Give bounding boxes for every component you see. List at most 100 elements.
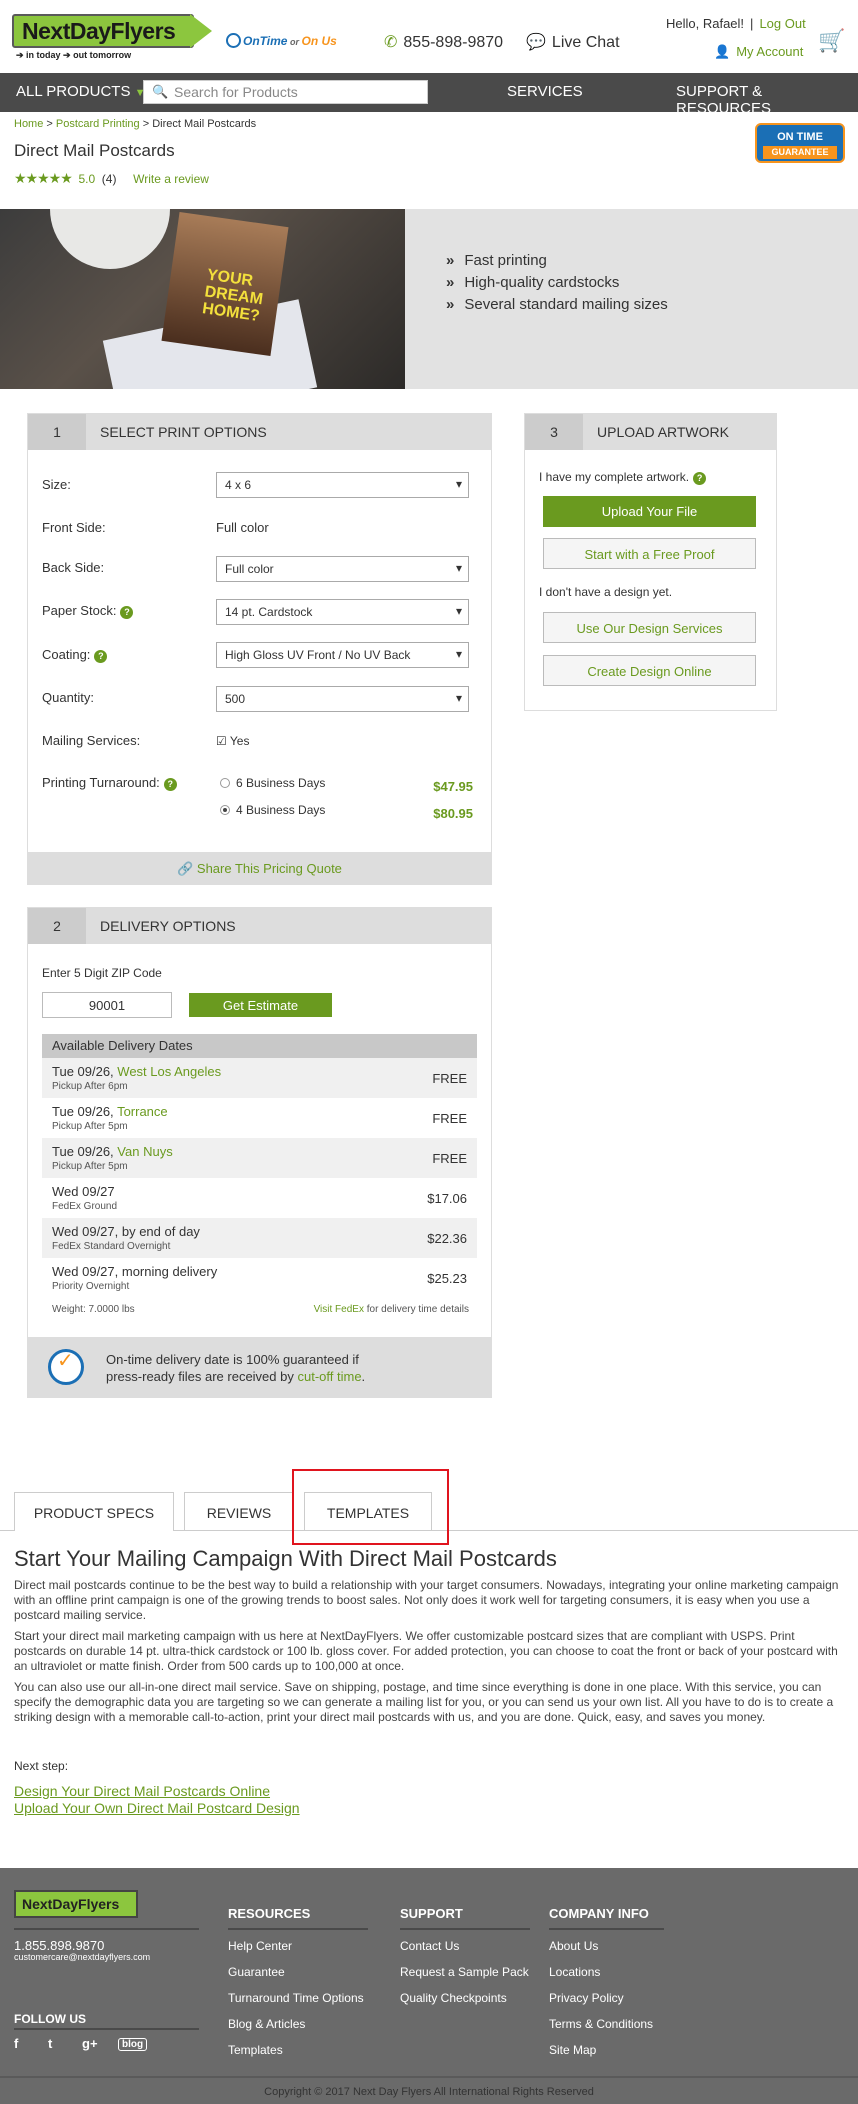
footer-link[interactable]: Site Map: [549, 2043, 596, 2057]
live-chat-link[interactable]: 💬 Live Chat: [526, 32, 620, 52]
share-pricing-quote-button[interactable]: 🔗 Share This Pricing Quote: [28, 852, 491, 884]
footer-link[interactable]: About Us: [549, 1939, 598, 1953]
phone-icon: ✆: [384, 34, 398, 51]
delivery-row[interactable]: Wed 09/27, morning delivery Priority Over…: [42, 1258, 477, 1298]
print-options-header: 1 SELECT PRINT OPTIONS: [28, 414, 491, 450]
site-header: NextDayFlyers ➔ in today ➔ out tomorrow …: [0, 0, 858, 73]
search-icon: 🔍: [152, 84, 169, 99]
footer-link[interactable]: Guarantee: [228, 1965, 285, 1979]
visit-fedex-link[interactable]: Visit FedEx: [314, 1304, 364, 1315]
coating-select[interactable]: High Gloss UV Front / No UV Back: [216, 642, 469, 668]
upload-design-link[interactable]: Upload Your Own Direct Mail Postcard Des…: [14, 1800, 844, 1817]
footer-link[interactable]: Templates: [228, 2043, 283, 2057]
resources-heading: RESOURCES: [228, 1906, 311, 1921]
footer-link[interactable]: Request a Sample Pack: [400, 1965, 529, 1979]
content-paragraph: Start your direct mail marketing campaig…: [14, 1629, 838, 1673]
ontime-logo[interactable]: OnTime or On Us: [226, 33, 337, 48]
footer-link[interactable]: Turnaround Time Options: [228, 1991, 364, 2005]
delivery-row[interactable]: Wed 09/27 FedEx Ground $17.06: [42, 1178, 477, 1218]
fedex-note: Visit FedEx for delivery time details: [313, 1304, 469, 1315]
footer-link[interactable]: Locations: [549, 1965, 600, 1979]
clock-check-icon: [48, 1349, 84, 1385]
paper-stock-select[interactable]: 14 pt. Cardstock: [216, 599, 469, 625]
chat-icon: 💬: [526, 34, 546, 51]
my-account-link[interactable]: 👤 My Account: [714, 44, 803, 60]
upload-file-button[interactable]: Upload Your File: [543, 496, 756, 527]
location-link[interactable]: West Los Angeles: [117, 1064, 221, 1079]
print-options-panel: 1 SELECT PRINT OPTIONS Size: 4 x 6 Front…: [27, 413, 492, 885]
delivery-options-panel: 2 DELIVERY OPTIONS Enter 5 Digit ZIP Cod…: [27, 907, 492, 1398]
design-services-button[interactable]: Use Our Design Services: [543, 612, 756, 643]
cutoff-time-link[interactable]: cut-off time: [297, 1369, 361, 1384]
blog-icon[interactable]: blog: [118, 2038, 148, 2051]
turnaround-6-days-radio[interactable]: 6 Business Days: [220, 776, 325, 790]
help-icon[interactable]: ?: [693, 472, 707, 485]
feature-item: High-quality cardstocks: [446, 272, 668, 294]
search-input[interactable]: 🔍 Search for Products: [143, 80, 428, 104]
quantity-select[interactable]: 500: [216, 686, 469, 712]
support-resources-menu[interactable]: SUPPORT & RESOURCES: [676, 83, 858, 117]
product-rating: ★★★★★ 5.0 (4) Write a review: [14, 170, 209, 187]
footer-link[interactable]: Blog & Articles: [228, 2017, 305, 2031]
free-proof-button[interactable]: Start with a Free Proof: [543, 538, 756, 569]
google-plus-icon[interactable]: g+: [82, 2036, 98, 2051]
clock-icon: [226, 33, 241, 48]
help-icon[interactable]: ?: [163, 778, 177, 791]
breadcrumb-postcard-printing[interactable]: Postcard Printing: [56, 118, 140, 130]
cart-icon[interactable]: 🛒: [818, 28, 845, 54]
footer-link[interactable]: Contact Us: [400, 1939, 459, 1953]
tab-reviews[interactable]: REVIEWS: [184, 1492, 294, 1530]
footer-link[interactable]: Help Center: [228, 1939, 292, 1953]
footer-link[interactable]: Terms & Conditions: [549, 2017, 653, 2031]
footer-divider: [0, 2076, 858, 2078]
write-review-link[interactable]: Write a review: [133, 172, 209, 186]
delivery-row[interactable]: Tue 09/26, Torrance Pickup After 5pm FREE: [42, 1098, 477, 1138]
turnaround-6-days-price: $47.95: [433, 779, 473, 794]
get-estimate-button[interactable]: Get Estimate: [189, 993, 332, 1017]
logo-tagline: ➔ in today ➔ out tomorrow: [16, 50, 132, 60]
turnaround-4-days-radio[interactable]: 4 Business Days: [220, 803, 325, 817]
all-products-menu[interactable]: ALL PRODUCTS ▼: [16, 83, 146, 100]
footer-link[interactable]: Privacy Policy: [549, 1991, 624, 2005]
delivery-dates-table: Available Delivery Dates Tue 09/26, West…: [42, 1034, 477, 1298]
feature-list: Fast printing High-quality cardstocks Se…: [446, 250, 668, 316]
facebook-icon[interactable]: f: [14, 2036, 18, 2051]
twitter-icon[interactable]: t: [48, 2036, 52, 2051]
footer-logo[interactable]: NextDayFlyers: [14, 1890, 138, 1918]
footer-divider: [14, 1928, 199, 1930]
radio-icon: [220, 778, 230, 788]
hero-postcard-front: YOUR DREAM HOME?: [161, 211, 289, 357]
create-design-online-button[interactable]: Create Design Online: [543, 655, 756, 686]
breadcrumb-current: Direct Mail Postcards: [152, 118, 257, 130]
content-paragraph: Direct mail postcards continue to be the…: [14, 1578, 839, 1622]
site-logo[interactable]: NextDayFlyers ➔ in today ➔ out tomorrow: [12, 14, 212, 62]
location-link[interactable]: Torrance: [117, 1104, 168, 1119]
services-menu[interactable]: SERVICES: [507, 83, 583, 100]
logo-wordmark: NextDayFlyers: [12, 14, 194, 48]
zip-code-input[interactable]: 90001: [42, 992, 172, 1018]
hero-image: YOUR DREAM HOME?: [0, 209, 405, 389]
mailing-services-checkbox[interactable]: ☑ Yes: [216, 734, 249, 748]
help-icon[interactable]: ?: [120, 606, 134, 619]
footer-link[interactable]: Quality Checkpoints: [400, 1991, 507, 2005]
footer-divider: [400, 1928, 530, 1930]
breadcrumb-home[interactable]: Home: [14, 118, 43, 130]
back-side-select[interactable]: Full color: [216, 556, 469, 582]
user-icon: 👤: [714, 44, 731, 59]
size-select[interactable]: 4 x 6: [216, 472, 469, 498]
logout-link[interactable]: Log Out: [759, 16, 805, 31]
delivery-row[interactable]: Tue 09/26, Van Nuys Pickup After 5pm FREE: [42, 1138, 477, 1178]
tab-product-specs[interactable]: PRODUCT SPECS: [14, 1492, 174, 1531]
location-link[interactable]: Van Nuys: [117, 1144, 172, 1159]
delivery-row[interactable]: Wed 09/27, by end of day FedEx Standard O…: [42, 1218, 477, 1258]
footer-email[interactable]: customercare@nextdayflyers.com: [14, 1952, 150, 1962]
footer-phone[interactable]: 1.855.898.9870: [14, 1938, 104, 1953]
turnaround-4-days-price: $80.95: [433, 806, 473, 821]
upload-artwork-panel: 3 UPLOAD ARTWORK I have my complete artw…: [524, 413, 777, 711]
upload-artwork-header: 3 UPLOAD ARTWORK: [525, 414, 776, 450]
phone-link[interactable]: ✆ 855-898-9870: [384, 32, 503, 52]
help-icon[interactable]: ?: [94, 650, 108, 663]
delivery-row[interactable]: Tue 09/26, West Los Angeles Pickup After …: [42, 1058, 477, 1098]
design-online-link[interactable]: Design Your Direct Mail Postcards Online: [14, 1783, 844, 1800]
delivery-table-header: Available Delivery Dates: [42, 1034, 477, 1058]
